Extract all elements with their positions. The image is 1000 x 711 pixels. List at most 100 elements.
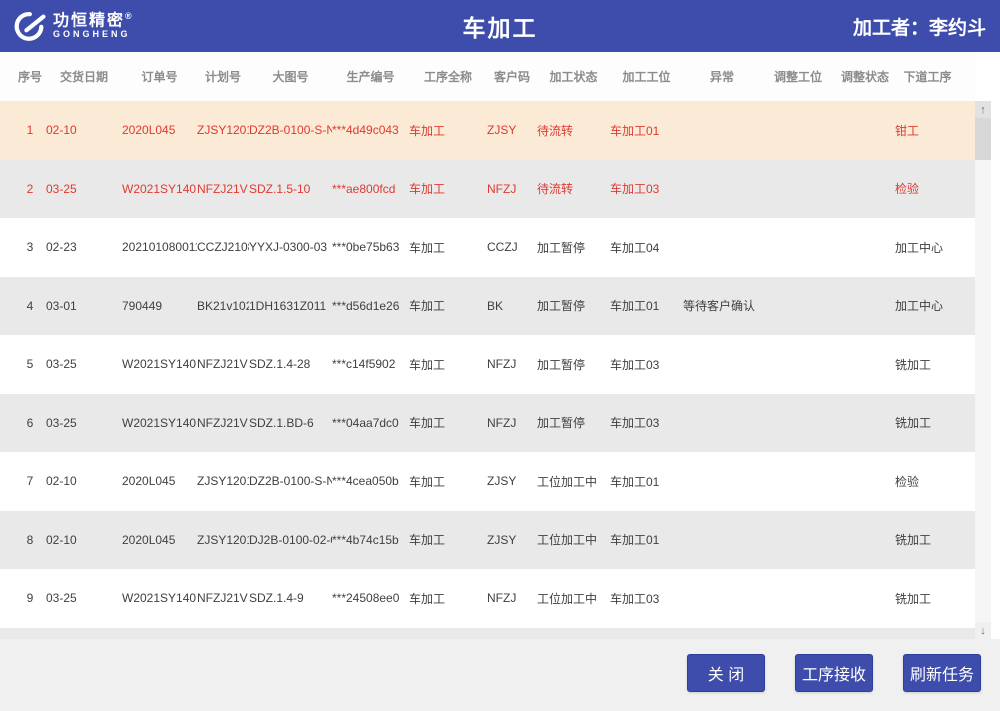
company-logo: 功恒精密® GONGHENG xyxy=(12,9,132,43)
cell-process-status: 待流转 xyxy=(537,180,610,197)
table-row[interactable]: 503-25W2021SY140NFZJ21VSDZ.1.4-28***c14f… xyxy=(0,335,975,394)
app-window: 功恒精密® GONGHENG 车加工 加工者：李约斗 序号交货日期订单号计划号大… xyxy=(0,0,1000,711)
cell-customer-code: ZJSY xyxy=(487,474,537,488)
table-row[interactable]: 403-01790449BK21v1021DH1631Z011***d56d1e… xyxy=(0,277,975,336)
cell-station: 车加工04 xyxy=(610,239,683,256)
cell-process-status: 加工暂停 xyxy=(537,239,610,256)
cell-plan-no: NFZJ21V xyxy=(197,416,249,430)
cell-station: 车加工01 xyxy=(610,297,683,314)
scroll-up-button[interactable]: ↑ xyxy=(975,101,991,118)
cell-plan-no: BK21v102 xyxy=(197,299,249,313)
close-button[interactable]: 关 闭 xyxy=(687,654,765,692)
cell-production-no: ***4b74c15b xyxy=(332,533,409,547)
cell-seq: 1 xyxy=(14,123,46,137)
cell-process-name: 车加工 xyxy=(409,531,487,548)
cell-plan-no: ZJSY1201 xyxy=(197,474,249,488)
cell-customer-code: BK xyxy=(487,299,537,313)
table-row[interactable]: 802-102020L045ZJSY1201DJ2B-0100-02-03***… xyxy=(0,511,975,570)
cell-process-status: 工位加工中 xyxy=(537,531,610,548)
cell-order-no: 2020L045 xyxy=(122,533,197,547)
cell-seq: 5 xyxy=(14,357,46,371)
cell-drawing-no: SDZ.1.4-9 xyxy=(249,591,332,605)
cell-process-status: 工位加工中 xyxy=(537,473,610,490)
brand-text: 功恒精密® GONGHENG xyxy=(53,12,132,40)
cell-delivery-date: 03-01 xyxy=(46,299,122,313)
cell-next-process: 加工中心 xyxy=(895,239,960,256)
cell-station: 车加工01 xyxy=(610,473,683,490)
cell-next-process: 检验 xyxy=(895,473,960,490)
cell-process-status: 待流转 xyxy=(537,122,610,139)
cell-drawing-no: SDZ.1.BD-6 xyxy=(249,416,332,430)
cell-seq: 8 xyxy=(14,533,46,547)
cell-delivery-date: 03-25 xyxy=(46,357,122,371)
cell-customer-code: ZJSY xyxy=(487,533,537,547)
vertical-scrollbar[interactable]: ↑ ↓ xyxy=(975,101,991,639)
cell-drawing-no: DZ2B-0100-S-N- xyxy=(249,123,332,137)
column-header-8: 客户码 xyxy=(487,68,537,85)
scrollbar-thumb[interactable] xyxy=(975,118,991,160)
table-row[interactable]: 903-25W2021SY140NFZJ21VSDZ.1.4-9***24508… xyxy=(0,569,975,628)
column-header-12: 调整工位 xyxy=(761,68,835,85)
cell-process-name: 车加工 xyxy=(409,590,487,607)
cell-order-no: 2020L045 xyxy=(122,474,197,488)
cell-process-name: 车加工 xyxy=(409,122,487,139)
column-header-1: 序号 xyxy=(14,68,46,85)
cell-customer-code: NFZJ xyxy=(487,416,537,430)
cell-plan-no: CCZJ2108 xyxy=(197,240,249,254)
cell-customer-code: ZJSY xyxy=(487,123,537,137)
cell-order-no: W2021SY140 xyxy=(122,591,197,605)
cell-process-status: 加工暂停 xyxy=(537,356,610,373)
cell-station: 车加工03 xyxy=(610,180,683,197)
column-header-7: 工序全称 xyxy=(409,68,487,85)
process-accept-button[interactable]: 工序接收 xyxy=(795,654,873,692)
cell-production-no: ***ae800fcd xyxy=(332,182,409,196)
scroll-down-button[interactable]: ↓ xyxy=(975,622,991,639)
cell-process-name: 车加工 xyxy=(409,180,487,197)
cell-drawing-no: 1DH1631Z011 xyxy=(249,299,332,313)
brand-name-cn: 功恒精密® xyxy=(53,12,132,30)
table-row[interactable]: 603-25W2021SY140NFZJ21VSDZ.1.BD-6***04aa… xyxy=(0,394,975,453)
cell-process-status: 工位加工中 xyxy=(537,590,610,607)
cell-next-process: 检验 xyxy=(895,180,960,197)
cell-drawing-no: DJ2B-0100-02-03 xyxy=(249,533,332,547)
cell-customer-code: CCZJ xyxy=(487,240,537,254)
cell-station: 车加工03 xyxy=(610,356,683,373)
table-body: 102-102020L045ZJSY1201DZ2B-0100-S-N-***4… xyxy=(0,101,975,639)
column-header-4: 计划号 xyxy=(197,68,249,85)
cell-plan-no: NFZJ21V xyxy=(197,357,249,371)
cell-next-process: 钳工 xyxy=(895,122,960,139)
cell-process-name: 车加工 xyxy=(409,356,487,373)
cell-order-no: W2021SY140 xyxy=(122,416,197,430)
table-row[interactable]: 203-25W2021SY140NFZJ21VSDZ.1.5-10***ae80… xyxy=(0,160,975,219)
cell-production-no: ***04aa7dc0 xyxy=(332,416,409,430)
cell-production-no: ***24508ee0 xyxy=(332,591,409,605)
refresh-tasks-button[interactable]: 刷新任务 xyxy=(903,654,981,692)
cell-order-no: 790449 xyxy=(122,299,197,313)
cell-next-process: 铣加工 xyxy=(895,356,960,373)
cell-order-no: 2020L045 xyxy=(122,123,197,137)
cell-drawing-no: YYXJ-0300-03 xyxy=(249,240,332,254)
column-header-13: 调整状态 xyxy=(835,68,895,85)
operator-name: 加工者：李约斗 xyxy=(853,13,986,40)
cell-station: 车加工03 xyxy=(610,590,683,607)
cell-process-status: 加工暂停 xyxy=(537,297,610,314)
column-header-14: 下道工序 xyxy=(895,68,960,85)
column-header-3: 订单号 xyxy=(122,68,197,85)
registered-mark: ® xyxy=(125,11,132,21)
top-bar: 功恒精密® GONGHENG 车加工 加工者：李约斗 xyxy=(0,0,1000,52)
cell-seq: 6 xyxy=(14,416,46,430)
table-row[interactable]: 702-102020L045ZJSY1201DZ2B-0100-S-N.1***… xyxy=(0,452,975,511)
cell-order-no: W2021SY140 xyxy=(122,357,197,371)
cell-seq: 3 xyxy=(14,240,46,254)
column-header-10: 加工工位 xyxy=(610,68,683,85)
cell-process-status: 加工暂停 xyxy=(537,414,610,431)
gongheng-logo-icon xyxy=(12,9,46,43)
cell-process-name: 车加工 xyxy=(409,297,487,314)
table-row[interactable]: 102-102020L045ZJSY1201DZ2B-0100-S-N-***4… xyxy=(0,101,975,160)
cell-delivery-date: 03-25 xyxy=(46,591,122,605)
cell-station: 车加工01 xyxy=(610,122,683,139)
table-row-partial xyxy=(0,628,975,640)
cell-plan-no: ZJSY1201 xyxy=(197,123,249,137)
table-row[interactable]: 302-23202101080011CCZJ2108YYXJ-0300-03**… xyxy=(0,218,975,277)
cell-next-process: 铣加工 xyxy=(895,590,960,607)
